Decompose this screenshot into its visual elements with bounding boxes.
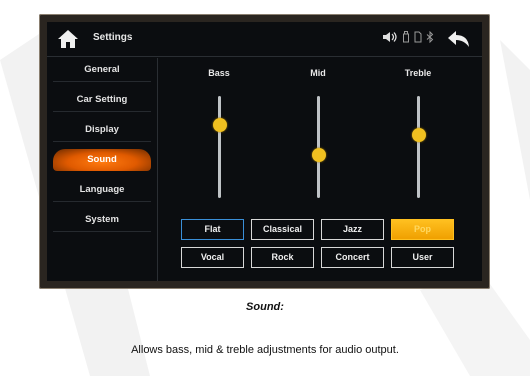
band-label-bass: Bass — [208, 68, 230, 78]
bass-slider-knob[interactable] — [212, 117, 227, 132]
treble-slider-track[interactable] — [417, 96, 420, 198]
sidebar-item-general[interactable]: General — [53, 59, 151, 82]
bass-slider-track[interactable] — [218, 96, 221, 198]
band-label-mid: Mid — [310, 68, 326, 78]
caption-heading: Sound: — [246, 301, 284, 313]
preset-vocal-button[interactable]: Vocal — [181, 247, 244, 268]
sidebar-item-sound[interactable]: Sound — [53, 149, 151, 171]
sd-card-icon — [414, 31, 422, 43]
preset-rock-button[interactable]: Rock — [251, 247, 314, 268]
back-arrow-icon[interactable] — [446, 29, 472, 49]
band-label-treble: Treble — [404, 68, 432, 78]
sidebar-item-display[interactable]: Display — [53, 119, 151, 142]
preset-concert-button[interactable]: Concert — [321, 247, 384, 268]
top-bar: Settings — [47, 22, 482, 57]
bluetooth-icon — [426, 31, 434, 43]
preset-pop-button[interactable]: Pop — [391, 219, 454, 240]
sidebar-item-system[interactable]: System — [53, 209, 151, 232]
speaker-icon — [383, 32, 397, 42]
usb-icon — [403, 31, 409, 43]
preset-jazz-button[interactable]: Jazz — [321, 219, 384, 240]
preset-classical-button[interactable]: Classical — [251, 219, 314, 240]
sidebar-item-car-setting[interactable]: Car Setting — [53, 89, 151, 112]
head-unit-screen: Settings General Car Setting Display Sou… — [47, 22, 482, 281]
treble-slider-knob[interactable] — [411, 127, 426, 142]
status-icons — [382, 31, 434, 43]
home-icon[interactable] — [57, 29, 79, 49]
equalizer-panel: Bass Mid Treble Flat Classical Jazz Pop … — [162, 58, 482, 281]
preset-user-button[interactable]: User — [391, 247, 454, 268]
settings-sidebar: General Car Setting Display Sound Langua… — [47, 58, 158, 281]
preset-flat-button[interactable]: Flat — [181, 219, 244, 240]
mid-slider-knob[interactable] — [311, 148, 326, 163]
sidebar-item-language[interactable]: Language — [53, 179, 151, 202]
mid-slider-track[interactable] — [317, 96, 320, 198]
caption-description: Allows bass, mid & treble adjustments fo… — [131, 344, 399, 356]
page-title: Settings — [93, 32, 133, 43]
